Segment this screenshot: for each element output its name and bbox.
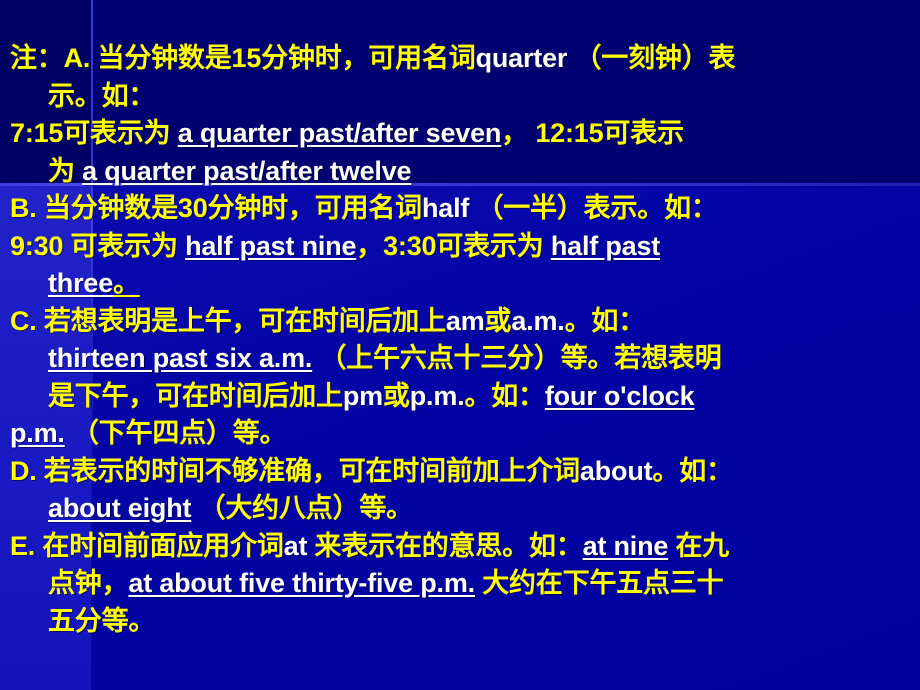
text-segment: （上午六点十三分）等。若想表明 [312,343,722,373]
text-segment: 注： [10,43,64,73]
slide-text-line: 五分等。 [10,603,912,641]
text-segment: p.m. [10,418,65,448]
text-segment: 当分钟数是 [36,193,178,223]
text-segment: half past [550,230,661,261]
text-segment: half past nine [185,230,357,261]
text-segment: 为 [48,155,83,186]
text-segment: a quarter past/after twelve [82,155,412,186]
text-segment: ， [356,230,384,261]
text-segment: C. [10,305,37,336]
text-segment: 是下午，可在时间后加上 [48,380,343,411]
slide-text-line: D. 若表示的时间不够准确，可在时间前加上介词about。如： [10,453,912,491]
text-segment: am [445,305,485,336]
text-segment: 。如： [464,380,545,411]
slide-text-line: E. 在时间前面应用介词at 来表示在的意思。如：at nine 在九 [10,528,912,566]
text-segment: 分钟时，可用名词 [207,193,423,223]
text-segment: quarter [475,43,568,73]
text-segment: a quarter past/after seven [177,118,502,148]
presentation-slide: 注：A. 当分钟数是15分钟时，可用名词quarter （一刻钟）表 示。如： 7:… [0,0,920,690]
text-segment: a.m. [511,305,565,336]
text-segment: thirteen past six a.m. [48,343,313,373]
text-segment: 可表示为 [63,118,178,148]
slide-text-line: 示。如： [10,78,912,116]
text-segment: 点钟， [48,568,129,598]
slide-text-line: thirteen past six a.m. （上午六点十三分）等。若想表明 [10,340,912,378]
text-segment: 可表示 [603,118,684,148]
text-segment: 大约在下午五点三十 [474,568,724,598]
text-segment: 12:15 [535,118,604,148]
text-segment: 或 [484,305,512,336]
text-segment: （一刻钟）表 [567,43,736,73]
text-segment: 3:30 [383,230,437,261]
text-segment: four o'clock [544,380,695,411]
text-segment: 在九 [668,530,730,561]
text-segment: 15 [231,43,262,73]
text-segment: 若想表明是上午，可在时间后加上 [36,305,446,336]
text-segment: E. [10,530,36,561]
text-segment: three [48,268,114,298]
text-segment: 五分等。 [48,605,156,636]
slide-text-line: 7:15可表示为 a quarter past/after seven， 12:… [10,115,912,153]
slide-text-body: 注：A. 当分钟数是15分钟时，可用名词quarter （一刻钟）表 示。如： 7:… [0,0,920,640]
slide-text-line: 9:30 可表示为 half past nine，3:30可表示为 half p… [10,228,912,266]
slide-text-line: p.m. （下午四点）等。 [10,415,912,453]
slide-text-line: three。 [10,265,912,303]
slide-text-line: 为 a quarter past/after twelve [10,153,912,191]
text-segment: 分钟时，可用名词 [261,43,476,73]
text-segment: A. [63,43,91,73]
text-segment: p.m. [409,380,465,411]
text-segment: 在时间前面应用介词 [35,530,284,561]
text-segment: at about five thirty-five p.m. [128,568,475,598]
text-segment: 30 [177,193,208,223]
text-segment: at [283,530,308,561]
text-segment: 。如： [652,455,733,486]
text-segment: （大约八点）等。 [191,493,414,523]
text-segment: （一半）表示。如： [469,193,718,223]
slide-text-line: C. 若想表明是上午，可在时间后加上am或a.m.。如： [10,303,912,341]
text-segment: （下午四点）等。 [64,418,287,448]
text-segment: about [579,455,653,486]
text-segment: at nine [582,530,669,561]
text-segment: ， [501,118,536,148]
text-segment: 示。如： [48,80,156,111]
text-segment: about eight [48,493,192,523]
text-segment: B. [10,193,37,223]
text-segment: half [421,193,470,223]
text-segment: 可表示为 [436,230,551,261]
slide-text-line: B. 当分钟数是30分钟时，可用名词half （一半）表示。如： [10,190,912,228]
text-segment: pm [342,380,383,411]
text-segment: 。如： [564,305,646,336]
text-segment: D. [10,455,37,486]
slide-text-line: 是下午，可在时间后加上pm或p.m.。如：four o'clock [10,378,912,416]
text-segment: 9:30 [10,230,64,261]
text-segment: 若表示的时间不够准确，可在时间前加上介词 [36,455,580,486]
text-segment: 。 [113,268,140,298]
text-segment: 当分钟数是 [90,43,232,73]
text-segment: 可表示为 [63,230,186,261]
slide-text-line: 注：A. 当分钟数是15分钟时，可用名词quarter （一刻钟）表 [10,40,912,78]
slide-text-line: about eight （大约八点）等。 [10,490,912,528]
text-segment: 或 [382,380,410,411]
text-segment: 7:15 [10,118,64,148]
slide-text-line: 点钟，at about five thirty-five p.m. 大约在下午五… [10,565,912,603]
text-segment: 来表示在的意思。如： [307,530,583,561]
